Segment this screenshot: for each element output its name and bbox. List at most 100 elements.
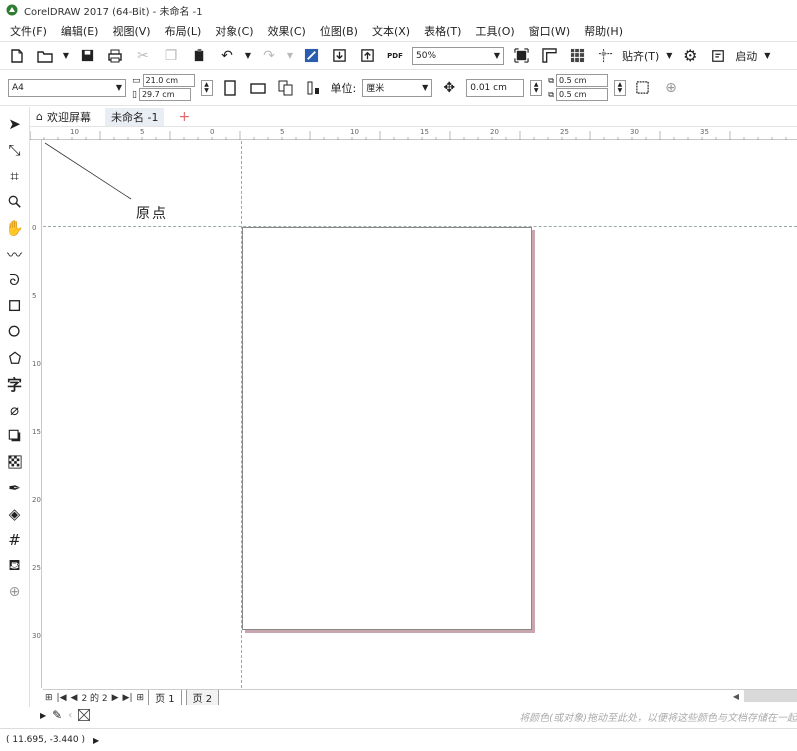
page-tab-2[interactable]: 页 2 [185,689,220,706]
units-select[interactable]: 厘米 ▼ [362,78,433,97]
redo-icon[interactable]: ↷ [258,45,280,67]
horizontal-ruler[interactable]: 10 5 0 5 10 15 20 25 30 35 [29,128,797,140]
export-icon[interactable] [356,45,378,67]
menu-view[interactable]: 视图(V) [112,23,150,39]
page-height-input[interactable]: 29.7 cm [138,88,191,101]
zoom-level-select[interactable]: 50% ▼ [412,46,504,65]
menu-tools[interactable]: 工具(O) [475,23,514,39]
chevron-down-icon[interactable]: ▼ [286,45,294,67]
add-page-before-icon[interactable]: ⊞ [45,693,53,703]
menu-bitmaps[interactable]: 位图(B) [320,23,358,39]
import-icon[interactable] [328,45,350,67]
gear-icon[interactable]: ⚙ [679,45,701,67]
zoom-tool-icon[interactable] [4,191,26,213]
full-screen-icon[interactable] [510,45,532,67]
paste-icon[interactable] [188,45,210,67]
vertical-ruler[interactable]: 0 5 10 15 20 25 30 [30,140,42,688]
smart-fill-icon[interactable]: ⛾ [4,555,26,577]
freehand-tool-icon[interactable]: 〰 [4,243,26,265]
show-rulers-icon[interactable] [538,45,560,67]
palette-scroll-left-icon[interactable]: ‹ [68,710,72,721]
landscape-orientation-icon[interactable] [247,77,269,99]
tab-untitled[interactable]: 未命名 -1 [104,107,165,126]
page-size-select[interactable]: A4 ▼ [8,78,126,97]
snap-to-menu[interactable]: 贴齐(T) [622,48,659,64]
scroll-left-icon[interactable]: ◀ [730,690,742,702]
current-page-icon[interactable] [303,77,325,99]
menu-layout[interactable]: 布局(L) [165,23,202,39]
show-guidelines-icon[interactable] [594,45,616,67]
nudge-spinner[interactable]: ▲ ▼ [530,79,543,96]
menu-window[interactable]: 窗口(W) [529,23,570,39]
new-tab-icon[interactable]: + [178,109,190,125]
chevron-down-icon[interactable]: ▼ [244,45,252,67]
show-grid-icon[interactable] [566,45,588,67]
search-content-icon[interactable] [300,45,322,67]
add-page-after-icon[interactable]: ⊞ [137,693,145,703]
rectangle-tool-icon[interactable] [4,295,26,317]
chevron-down-icon[interactable]: ▼ [763,45,771,67]
tab-welcome[interactable]: ⌂ 欢迎屏幕 [36,109,91,125]
new-document-icon[interactable] [6,45,28,67]
page-width-input[interactable]: 21.0 cm [142,74,195,87]
launch-menu[interactable]: 启动 [735,48,757,64]
portrait-orientation-icon[interactable] [219,77,241,99]
ruler-v-label: 10 [32,360,41,368]
duplicate-spinner[interactable]: ▲ ▼ [613,79,626,96]
mesh-fill-icon[interactable]: # [4,529,26,551]
save-icon[interactable] [76,45,98,67]
previous-page-icon[interactable]: ◀ [71,693,78,703]
ellipse-tool-icon[interactable] [4,321,26,343]
cut-icon[interactable]: ✂ [132,45,154,67]
horizontal-scrollbar[interactable] [744,690,797,702]
add-icon[interactable]: ⊕ [660,77,682,99]
no-color-swatch[interactable] [78,709,91,721]
treat-as-filled-icon[interactable] [632,77,654,99]
transparency-icon[interactable] [4,451,26,473]
document-page[interactable] [242,227,532,630]
palette-expand-icon[interactable]: ▶ [40,711,46,720]
dimension-spinner[interactable]: ▲ ▼ [200,79,213,96]
page-tab-1[interactable]: 页 1 [148,689,182,706]
next-page-icon[interactable]: ▶ [112,693,119,703]
interactive-fill-icon[interactable]: ◈ [4,503,26,525]
eyedropper-palette-icon[interactable]: ✎ [52,708,62,722]
menu-file[interactable]: 文件(F) [10,23,47,39]
ruler-v-label: 5 [32,292,37,300]
artistic-media-icon[interactable]: ᘐ [4,269,26,291]
drop-shadow-icon[interactable] [4,425,26,447]
pdf-publish-icon[interactable]: PDF [384,45,406,67]
ruler-h-label: 25 [560,128,569,136]
polygon-tool-icon[interactable] [4,347,26,369]
application-launcher-icon[interactable] [707,45,729,67]
first-page-icon[interactable]: |◀ [57,693,67,703]
chevron-down-icon[interactable]: ▼ [665,45,673,67]
undo-icon[interactable]: ↶ [216,45,238,67]
nudge-distance-input[interactable]: 0.01 cm [466,78,525,97]
menu-text[interactable]: 文本(X) [372,23,410,39]
crop-tool-icon[interactable]: ⌗ [4,165,26,187]
all-pages-icon[interactable] [275,77,297,99]
add-tool-icon[interactable]: ⊕ [4,581,26,603]
pick-tool-icon[interactable]: ➤ [4,113,26,135]
drawing-canvas[interactable]: 原点 [43,141,797,688]
pan-tool-icon[interactable]: ✋ [4,217,26,239]
menu-effects[interactable]: 效果(C) [268,23,306,39]
shape-tool-icon[interactable]: ⤡ [4,139,26,161]
open-folder-icon[interactable] [34,45,56,67]
status-expand-icon[interactable]: ▶ [93,736,99,745]
chevron-down-icon[interactable]: ▼ [62,45,70,67]
parallel-dimension-icon[interactable]: ⌀ [4,399,26,421]
print-icon[interactable] [104,45,126,67]
copy-icon[interactable]: ❐ [160,45,182,67]
page-size-value: A4 [12,82,24,93]
menu-table[interactable]: 表格(T) [424,23,461,39]
eyedropper-icon[interactable]: ✒ [4,477,26,499]
last-page-icon[interactable]: ▶| [123,693,133,703]
menu-edit[interactable]: 编辑(E) [61,23,99,39]
menu-help[interactable]: 帮助(H) [584,23,623,39]
menu-object[interactable]: 对象(C) [215,23,253,39]
text-tool-icon[interactable]: 字 [4,373,26,395]
duplicate-x-input[interactable]: 0.5 cm [555,74,608,87]
duplicate-y-input[interactable]: 0.5 cm [555,88,608,101]
